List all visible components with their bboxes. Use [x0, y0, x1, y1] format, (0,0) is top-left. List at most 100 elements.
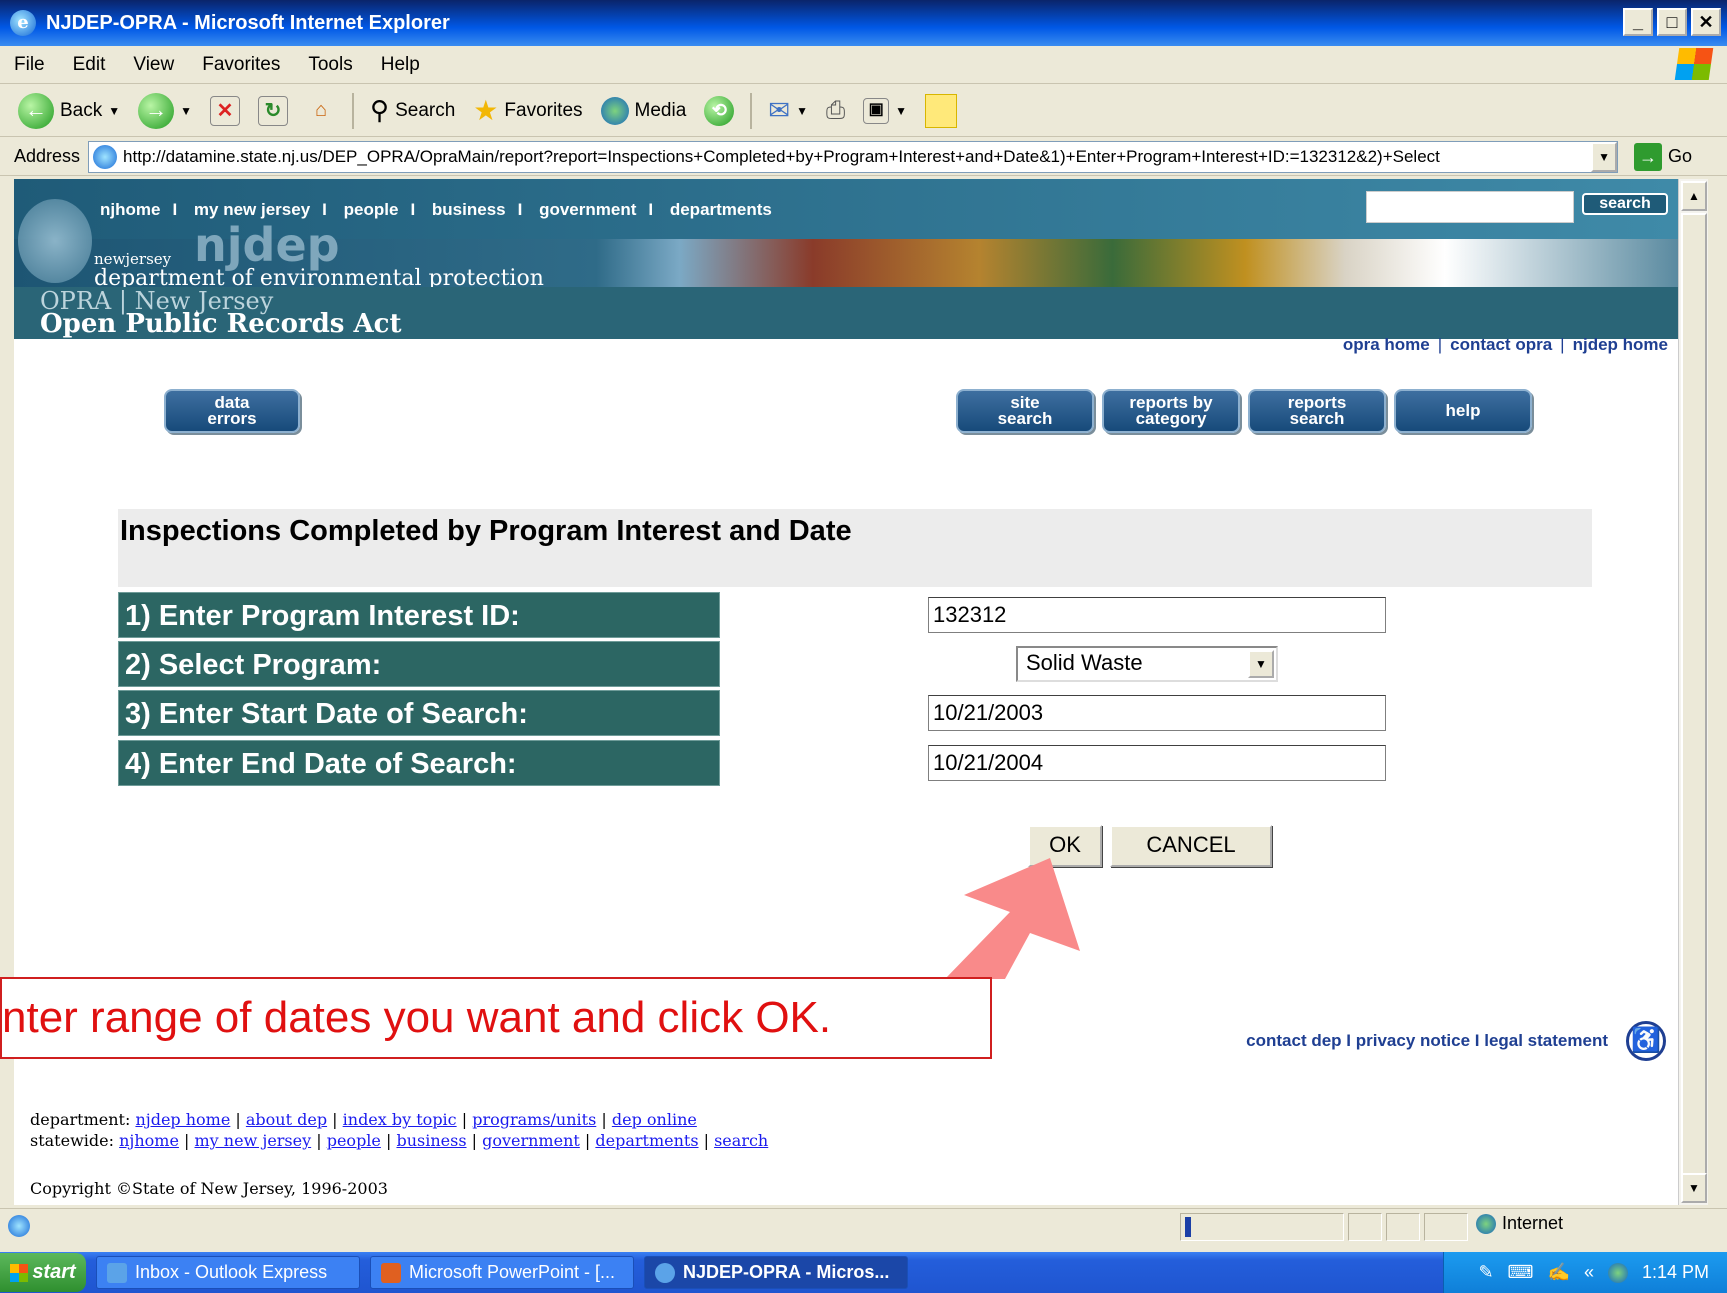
menu-edit[interactable]: Edit: [59, 54, 120, 76]
refresh-icon: ↻: [258, 95, 289, 126]
link-opra-home[interactable]: opra home: [1343, 335, 1430, 354]
task-outlook-express[interactable]: Inbox - Outlook Express: [96, 1256, 360, 1289]
nj-nav-links: njhome I my new jersey I people I business I…: [94, 200, 778, 220]
search-icon: ⚲: [370, 95, 390, 125]
minimize-button[interactable]: _: [1623, 8, 1653, 36]
statewide-link-search[interactable]: search: [714, 1131, 768, 1150]
vertical-scrollbar[interactable]: ▲ ▼: [1678, 179, 1708, 1205]
link-separator: |: [1437, 335, 1443, 354]
menu-view[interactable]: View: [119, 54, 188, 76]
powerpoint-icon: [381, 1262, 401, 1283]
scroll-thumb[interactable]: [1681, 213, 1707, 1198]
site-search-nav-button[interactable]: site search: [956, 389, 1094, 433]
status-progress-cell: [1180, 1213, 1344, 1241]
data-errors-button[interactable]: data errors: [164, 389, 300, 433]
back-button[interactable]: ← Back ▼: [12, 89, 126, 133]
program-select[interactable]: Solid Waste ▼: [1016, 646, 1278, 682]
start-button[interactable]: start: [0, 1253, 86, 1292]
address-dropdown-icon[interactable]: ▼: [1591, 141, 1618, 172]
maximize-button[interactable]: □: [1657, 8, 1687, 36]
dep-banner: njdep newjersey department of environmen…: [14, 199, 1678, 290]
address-input[interactable]: http://datamine.state.nj.us/DEP_OPRA/Opr…: [88, 140, 1619, 173]
mail-dropdown-icon[interactable]: ▼: [796, 104, 808, 118]
program-interest-id-input[interactable]: 132312: [928, 597, 1386, 633]
help-button[interactable]: help: [1394, 389, 1532, 433]
cancel-button[interactable]: CANCEL: [1110, 825, 1272, 867]
close-button[interactable]: ✕: [1691, 8, 1721, 36]
edit-button[interactable]: ▣ ▼: [857, 89, 913, 133]
statewide-link-my-new-jersey[interactable]: my new jersey: [195, 1131, 312, 1150]
nav-link-njhome[interactable]: njhome: [94, 200, 166, 219]
windows-flag-icon: [10, 1263, 29, 1282]
statewide-link-people[interactable]: people: [327, 1131, 381, 1150]
refresh-button[interactable]: ↻: [252, 89, 294, 133]
address-label: Address: [14, 146, 81, 166]
reports-search-button[interactable]: reports search: [1248, 389, 1386, 433]
print-button[interactable]: ⎙: [820, 89, 851, 133]
dept-link-dep-online[interactable]: dep online: [612, 1110, 697, 1129]
ok-button[interactable]: OK: [1028, 825, 1102, 867]
menu-file[interactable]: File: [0, 54, 59, 76]
menu-favorites[interactable]: Favorites: [188, 54, 294, 76]
stop-button[interactable]: ✕: [204, 89, 246, 133]
site-search-input[interactable]: [1366, 191, 1574, 223]
forward-button[interactable]: → ▼: [132, 89, 198, 133]
link-njdep-home[interactable]: njdep home: [1573, 335, 1668, 354]
search-label: Search: [395, 99, 456, 121]
nav-link-departments[interactable]: departments: [664, 200, 778, 219]
search-button[interactable]: ⚲ Search: [364, 89, 461, 133]
forward-dropdown-icon[interactable]: ▼: [180, 104, 192, 118]
tray-pen-icon[interactable]: ✍: [1548, 1262, 1570, 1283]
window-title: NJDEP-OPRA - Microsoft Internet Explorer: [46, 11, 450, 34]
history-icon: ⟲: [704, 95, 735, 126]
nav-link-people[interactable]: people: [338, 200, 405, 219]
back-dropdown-icon[interactable]: ▼: [108, 104, 120, 118]
dept-link-index-by-topic[interactable]: index by topic: [343, 1110, 457, 1129]
home-button[interactable]: ⌂: [300, 89, 342, 133]
internet-globe-icon: [1476, 1213, 1496, 1234]
nav-separator: I: [517, 200, 523, 219]
menu-tools[interactable]: Tools: [294, 54, 366, 76]
scroll-down-arrow-icon[interactable]: ▼: [1681, 1173, 1707, 1203]
nav-link-my-new-jersey[interactable]: my new jersey: [188, 200, 316, 219]
mail-button[interactable]: ✉ ▼: [762, 89, 814, 133]
go-button[interactable]: → Go: [1634, 142, 1692, 171]
start-date-input[interactable]: 10/21/2003: [928, 695, 1386, 731]
accessibility-icon[interactable]: ♿: [1626, 1021, 1666, 1061]
forward-arrow-icon: →: [138, 92, 175, 129]
scroll-up-arrow-icon[interactable]: ▲: [1681, 181, 1707, 211]
dept-link-programs-units[interactable]: programs/units: [472, 1110, 596, 1129]
task-powerpoint[interactable]: Microsoft PowerPoint - [...: [370, 1256, 634, 1289]
link-contact-opra[interactable]: contact opra: [1450, 335, 1552, 354]
task-ie-njdep[interactable]: NJDEP-OPRA - Micros...: [644, 1256, 908, 1289]
history-button[interactable]: ⟲: [698, 89, 740, 133]
nav-link-business[interactable]: business: [426, 200, 512, 219]
tray-keyboard-icon[interactable]: ⌨: [1508, 1262, 1534, 1283]
site-search-button[interactable]: search: [1582, 193, 1668, 215]
statewide-link-departments[interactable]: departments: [595, 1131, 698, 1150]
statewide-link-government[interactable]: government: [482, 1131, 580, 1150]
nav-separator: I: [172, 200, 178, 219]
nav-link-government[interactable]: government: [533, 200, 642, 219]
ie-task-icon: [655, 1262, 675, 1283]
statewide-link-business[interactable]: business: [396, 1131, 466, 1150]
tray-expand-icon[interactable]: «: [1584, 1262, 1594, 1283]
tray-tool-icon[interactable]: ✎: [1478, 1262, 1493, 1283]
chevron-down-icon[interactable]: ▼: [1248, 650, 1274, 678]
tray-network-icon[interactable]: [1607, 1262, 1628, 1283]
footer-links[interactable]: contact dep I privacy notice I legal sta…: [1246, 1031, 1608, 1051]
dept-link-njdep-home[interactable]: njdep home: [135, 1110, 230, 1129]
opra-top-links: opra home | contact opra | njdep home: [1343, 335, 1668, 355]
media-button[interactable]: Media: [595, 89, 693, 133]
reports-by-category-button[interactable]: reports by category: [1102, 389, 1240, 433]
menu-help[interactable]: Help: [367, 54, 434, 76]
dept-link-about-dep[interactable]: about dep: [246, 1110, 327, 1129]
statewide-link-njhome[interactable]: njhome: [119, 1131, 179, 1150]
favorites-button[interactable]: ★ Favorites: [467, 89, 588, 133]
nav-separator: I: [648, 200, 654, 219]
notes-button[interactable]: [919, 89, 963, 133]
edit-icon: ▣: [863, 97, 890, 124]
zone-label: Internet: [1502, 1213, 1564, 1233]
edit-dropdown-icon[interactable]: ▼: [895, 104, 907, 118]
end-date-input[interactable]: 10/21/2004: [928, 745, 1386, 781]
